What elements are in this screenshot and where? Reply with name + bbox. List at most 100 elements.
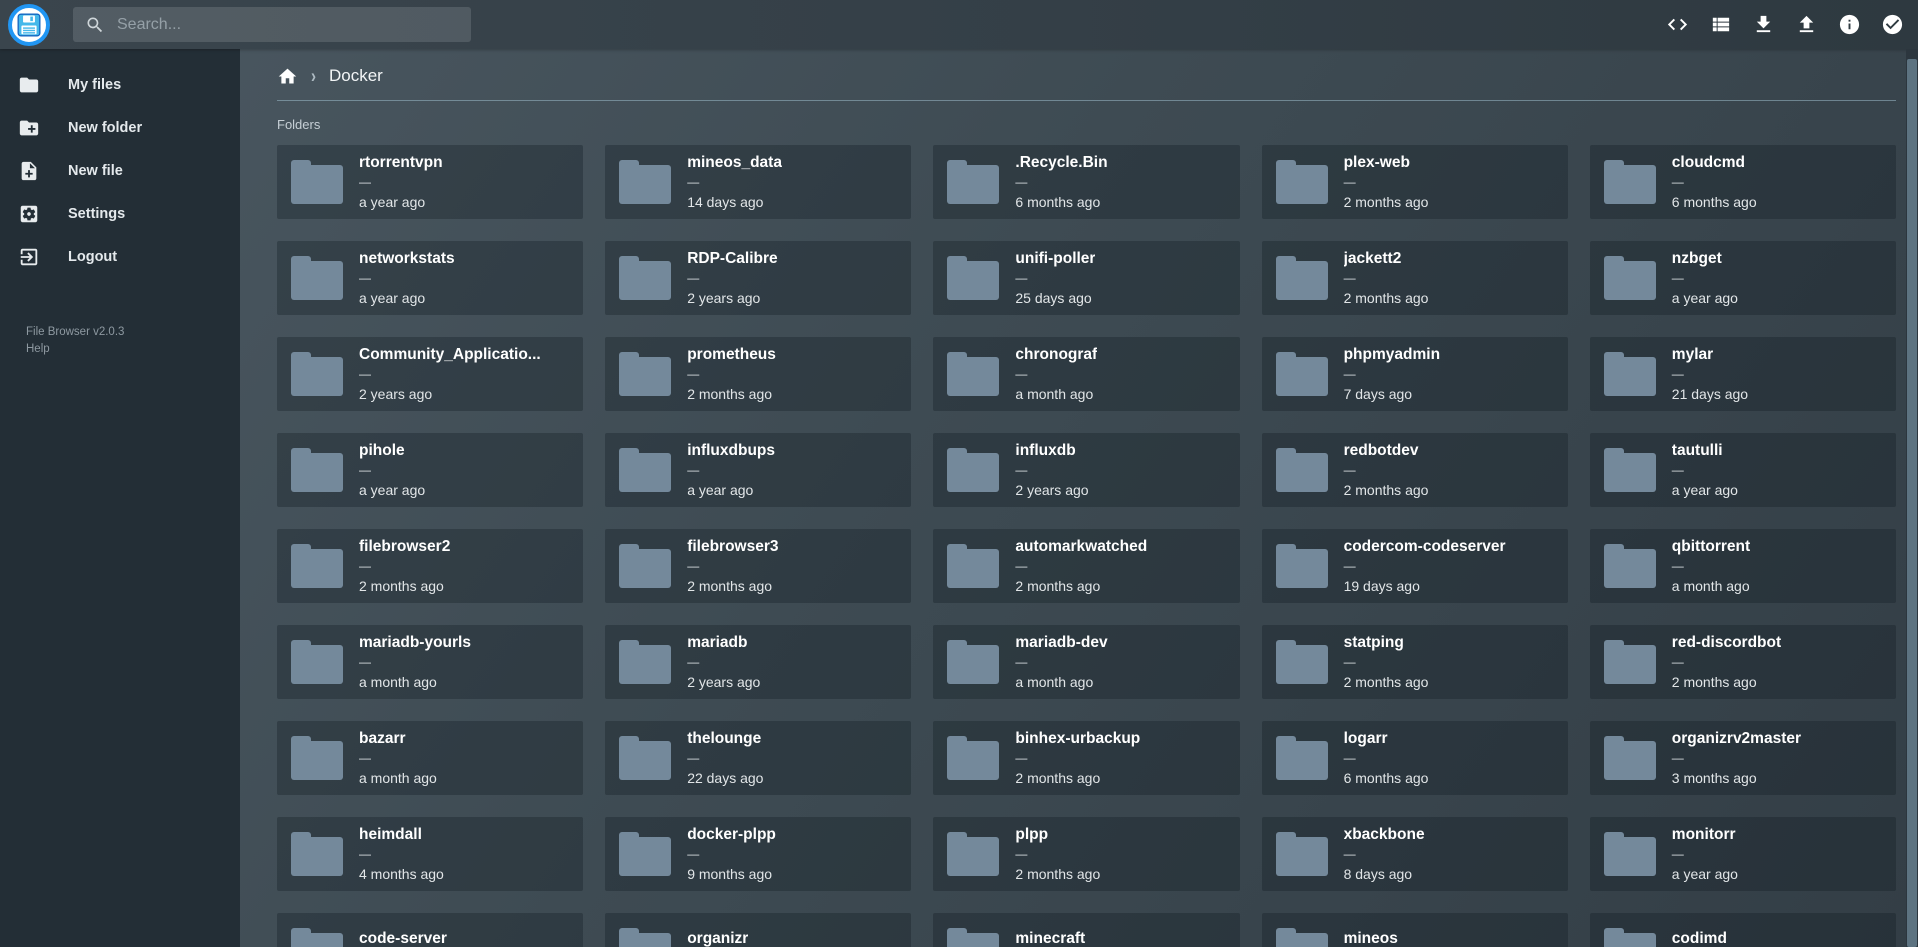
scrollbar-thumb[interactable] — [1907, 59, 1917, 947]
folder-card[interactable]: monitorr — a year ago — [1590, 817, 1896, 891]
folder-card[interactable]: nzbget — a year ago — [1590, 241, 1896, 315]
folder-card[interactable]: mineos_data — 14 days ago — [605, 145, 911, 219]
code-view-button[interactable] — [1665, 13, 1689, 37]
folder-card[interactable]: organizr — — [605, 913, 911, 947]
folder-modified-time: 2 months ago — [359, 578, 450, 594]
search-icon — [85, 15, 105, 35]
download-button[interactable] — [1751, 13, 1775, 37]
folder-card[interactable]: cloudcmd — 6 months ago — [1590, 145, 1896, 219]
folder-size-dash: — — [1015, 849, 1100, 859]
folder-card[interactable]: mariadb-dev — a month ago — [933, 625, 1239, 699]
folder-size-dash: — — [1344, 849, 1425, 859]
sidebar-item-my-files[interactable]: My files — [0, 63, 240, 106]
folder-card[interactable]: rtorrentvpn — a year ago — [277, 145, 583, 219]
folder-card[interactable]: filebrowser3 — 2 months ago — [605, 529, 911, 603]
folder-card[interactable]: heimdall — 4 months ago — [277, 817, 583, 891]
sidebar-item-new-file[interactable]: New file — [0, 149, 240, 192]
upload-button[interactable] — [1794, 13, 1818, 37]
code-icon — [1666, 13, 1689, 36]
folder-card[interactable]: logarr — 6 months ago — [1262, 721, 1568, 795]
folder-modified-time: a year ago — [687, 482, 775, 498]
folder-size-dash: — — [1344, 561, 1506, 571]
folder-card[interactable]: docker-plpp — 9 months ago — [605, 817, 911, 891]
app-logo[interactable] — [8, 4, 50, 46]
folder-card[interactable]: RDP-Calibre — 2 years ago — [605, 241, 911, 315]
folder-name: organizrv2master — [1672, 730, 1801, 748]
info-button[interactable] — [1837, 13, 1861, 37]
folder-card[interactable]: filebrowser2 — 2 months ago — [277, 529, 583, 603]
folder-icon — [291, 640, 343, 684]
folder-info: bazarr — a month ago — [359, 730, 437, 786]
folder-card[interactable]: .Recycle.Bin — 6 months ago — [933, 145, 1239, 219]
folder-info: redbotdev — 2 months ago — [1344, 442, 1429, 498]
sidebar-item-new-folder[interactable]: New folder — [0, 106, 240, 149]
folder-card[interactable]: jackett2 — 2 months ago — [1262, 241, 1568, 315]
folder-card[interactable]: plpp — 2 months ago — [933, 817, 1239, 891]
folder-card[interactable]: influxdbups — a year ago — [605, 433, 911, 507]
folder-icon — [1604, 928, 1656, 947]
folder-card[interactable]: codercom-codeserver — 19 days ago — [1262, 529, 1568, 603]
folder-icon — [947, 832, 999, 876]
folder-card[interactable]: mariadb-yourls — a month ago — [277, 625, 583, 699]
folder-size-dash: — — [1672, 369, 1748, 379]
folder-icon — [1276, 160, 1328, 204]
folder-icon — [1604, 640, 1656, 684]
folder-info: mylar — 21 days ago — [1672, 346, 1748, 402]
folder-icon — [619, 160, 671, 204]
folder-card[interactable]: unifi-poller — 25 days ago — [933, 241, 1239, 315]
sidebar-item-logout[interactable]: Logout — [0, 235, 240, 278]
folder-info: minecraft — — [1015, 930, 1085, 947]
folder-card[interactable]: xbackbone — 8 days ago — [1262, 817, 1568, 891]
folder-card[interactable]: pihole — a year ago — [277, 433, 583, 507]
folder-size-dash: — — [359, 753, 437, 763]
breadcrumb-current[interactable]: Docker — [329, 66, 383, 86]
folder-size-dash: — — [359, 657, 471, 667]
breadcrumb: › Docker — [277, 61, 1896, 91]
folder-card[interactable]: qbittorrent — a month ago — [1590, 529, 1896, 603]
folder-card[interactable]: mylar — 21 days ago — [1590, 337, 1896, 411]
folder-card[interactable]: redbotdev — 2 months ago — [1262, 433, 1568, 507]
folder-icon — [947, 352, 999, 396]
folder-card[interactable]: phpmyadmin — 7 days ago — [1262, 337, 1568, 411]
folder-card[interactable]: bazarr — a month ago — [277, 721, 583, 795]
folder-card[interactable]: tautulli — a year ago — [1590, 433, 1896, 507]
folder-modified-time: a year ago — [359, 482, 425, 498]
sidebar-item-settings[interactable]: Settings — [0, 192, 240, 235]
vertical-scrollbar[interactable] — [1906, 49, 1918, 947]
folder-info: filebrowser2 — 2 months ago — [359, 538, 450, 594]
folder-card[interactable]: influxdb — 2 years ago — [933, 433, 1239, 507]
search-bar[interactable] — [73, 7, 471, 42]
search-input[interactable] — [117, 16, 447, 34]
folder-card[interactable]: statping — 2 months ago — [1262, 625, 1568, 699]
home-icon[interactable] — [277, 66, 298, 87]
folder-icon — [619, 736, 671, 780]
folder-name: pihole — [359, 442, 425, 460]
folder-info: nzbget — a year ago — [1672, 250, 1738, 306]
folder-modified-time: 2 years ago — [687, 290, 777, 306]
folder-card[interactable]: automarkwatched — 2 months ago — [933, 529, 1239, 603]
folder-card[interactable]: networkstats — a year ago — [277, 241, 583, 315]
folder-name: automarkwatched — [1015, 538, 1147, 556]
folder-card[interactable]: mariadb — 2 years ago — [605, 625, 911, 699]
folder-card[interactable]: mineos — — [1262, 913, 1568, 947]
folder-icon — [291, 832, 343, 876]
folder-card[interactable]: plex-web — 2 months ago — [1262, 145, 1568, 219]
folder-card[interactable]: thelounge — 22 days ago — [605, 721, 911, 795]
folder-card[interactable]: binhex-urbackup — 2 months ago — [933, 721, 1239, 795]
folder-card[interactable]: prometheus — 2 months ago — [605, 337, 911, 411]
folder-card[interactable]: codimd — — [1590, 913, 1896, 947]
folder-size-dash: — — [1344, 177, 1429, 187]
folder-info: monitorr — a year ago — [1672, 826, 1738, 882]
help-link[interactable]: Help — [26, 341, 240, 358]
folder-card[interactable]: organizrv2master — 3 months ago — [1590, 721, 1896, 795]
list-view-button[interactable] — [1708, 13, 1732, 37]
select-button[interactable] — [1880, 13, 1904, 37]
folder-name: influxdbups — [687, 442, 775, 460]
folder-card[interactable]: code-server — — [277, 913, 583, 947]
folder-card[interactable]: minecraft — — [933, 913, 1239, 947]
folder-card[interactable]: red-discordbot — 2 months ago — [1590, 625, 1896, 699]
folder-card[interactable]: Community_Applicatio... — 2 years ago — [277, 337, 583, 411]
floppy-disk-icon — [16, 12, 42, 38]
folder-info: code-server — — [359, 930, 447, 947]
folder-card[interactable]: chronograf — a month ago — [933, 337, 1239, 411]
